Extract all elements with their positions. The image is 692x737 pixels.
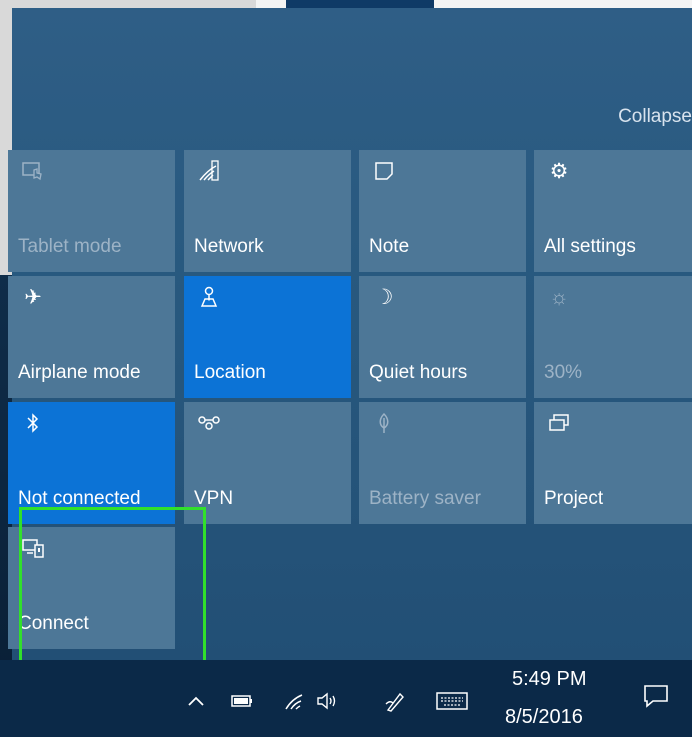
tile-label: Note (369, 236, 410, 257)
clock-time[interactable]: 5:49 PM (512, 668, 586, 691)
tile-project[interactable]: Project (534, 402, 692, 524)
tile-vpn[interactable]: VPN (184, 402, 351, 524)
tile-network[interactable]: Network (184, 150, 351, 272)
action-center-icon (643, 683, 669, 714)
vpn-icon (196, 410, 222, 436)
tile-label: Project (544, 488, 604, 509)
tile-label: 30% (544, 362, 583, 383)
wifi-icon[interactable] (282, 690, 308, 712)
collapse-link[interactable]: Collapse (618, 106, 692, 128)
tile-airplane-mode[interactable]: ✈ Airplane mode (8, 276, 175, 398)
tile-all-settings[interactable]: ⚙ All settings (534, 150, 692, 272)
show-hidden-icons-chevron-icon[interactable] (183, 690, 209, 712)
project-icon (546, 410, 572, 436)
tile-bluetooth[interactable]: Not connected (8, 402, 175, 524)
network-icon (196, 158, 222, 184)
highlight-box (19, 507, 206, 667)
tile-label: Location (194, 362, 266, 383)
settings-gear-icon: ⚙ (549, 159, 569, 183)
tile-label: Battery saver (369, 488, 481, 509)
tablet-mode-icon (20, 158, 46, 184)
note-icon (371, 158, 397, 184)
battery-saver-icon (371, 410, 397, 436)
tile-label: Quiet hours (369, 362, 468, 383)
pen-icon[interactable] (382, 690, 408, 712)
tile-battery-saver[interactable]: Battery saver (359, 402, 526, 524)
tile-label: Network (194, 236, 264, 257)
airplane-icon: ✈ (24, 285, 42, 309)
touch-keyboard-icon[interactable] (434, 690, 470, 712)
bluetooth-icon (20, 410, 46, 436)
tile-label: Tablet mode (18, 236, 122, 257)
tile-brightness[interactable]: ☼ 30% (534, 276, 692, 398)
taskbar: 5:49 PM 8/5/2016 (0, 660, 692, 737)
tile-label: All settings (544, 236, 636, 257)
battery-icon[interactable] (229, 690, 255, 712)
tile-tablet-mode[interactable]: Tablet mode (8, 150, 175, 272)
tile-location[interactable]: Location (184, 276, 351, 398)
action-center-button[interactable] (626, 668, 686, 728)
tile-label: Airplane mode (18, 362, 141, 383)
location-icon (196, 284, 222, 310)
tile-quiet-hours[interactable]: ☽ Quiet hours (359, 276, 526, 398)
brightness-icon: ☼ (549, 285, 569, 309)
volume-icon[interactable] (315, 690, 341, 712)
moon-icon: ☽ (374, 285, 394, 309)
tile-note[interactable]: Note (359, 150, 526, 272)
clock-date[interactable]: 8/5/2016 (505, 706, 583, 729)
